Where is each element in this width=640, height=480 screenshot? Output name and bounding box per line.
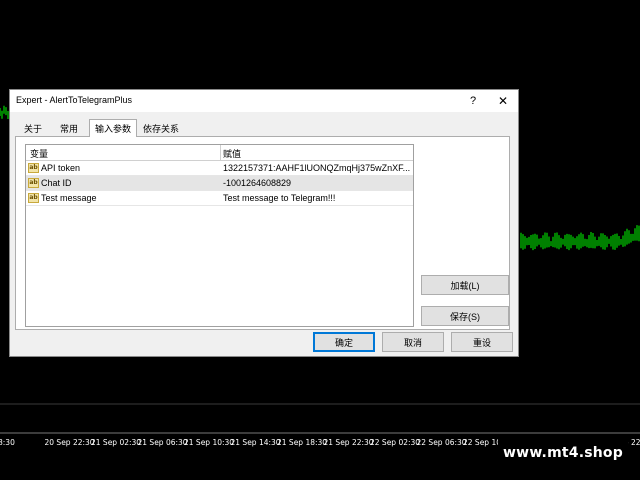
reset-button[interactable]: 重设 (451, 332, 513, 352)
table-row[interactable]: ab Test message Test message to Telegram… (26, 191, 413, 206)
param-value[interactable]: Test message to Telegram!!! (223, 193, 411, 203)
string-param-icon: ab (28, 163, 39, 173)
time-axis-label: 21 Sep 02:30 (91, 438, 142, 447)
time-axis-label: 22 Sep 06:30 (416, 438, 467, 447)
table-row[interactable]: ab API token 1322157371:AAHF1lUONQZmqHj3… (26, 161, 413, 176)
string-param-icon: ab (28, 193, 39, 203)
table-header: 变量 赋值 (26, 145, 413, 161)
expert-dialog: Expert - AlertToTelegramPlus ? ✕ 关于 常用 输… (9, 89, 519, 357)
time-axis-label: 21 Sep 06:30 (137, 438, 188, 447)
time-axis-label: 20 Sep 22:30 (44, 438, 95, 447)
cancel-button[interactable]: 取消 (382, 332, 444, 352)
time-axis-label: 8:30 (0, 438, 15, 447)
table-row[interactable]: ab Chat ID -1001264608829 (26, 176, 413, 191)
tab-common[interactable]: 常用 (53, 121, 85, 136)
save-button[interactable]: 保存(S) (421, 306, 509, 326)
param-name: Test message (41, 193, 97, 203)
dialog-title: Expert - AlertToTelegramPlus (16, 95, 133, 105)
time-axis-label: 21 Sep 18:30 (277, 438, 328, 447)
param-name: Chat ID (41, 178, 72, 188)
time-axis-label: 21 Sep 22:30 (323, 438, 374, 447)
param-name: API token (41, 163, 81, 173)
time-axis-label: 22 Sep 02:30 (370, 438, 421, 447)
header-value: 赋值 (223, 149, 242, 159)
time-axis-label: 21 Sep 10:30 (184, 438, 235, 447)
close-icon[interactable]: ✕ (492, 92, 514, 110)
watermark: www.mt4.shop (498, 438, 628, 468)
param-value[interactable]: -1001264608829 (223, 178, 411, 188)
load-button[interactable]: 加载(L) (421, 275, 509, 295)
param-value[interactable]: 1322157371:AAHF1lUONQZmqHj375wZnXF... (223, 163, 411, 173)
column-separator (220, 145, 221, 160)
help-button[interactable]: ? (462, 92, 484, 110)
string-param-icon: ab (28, 178, 39, 188)
inputs-panel: 变量 赋值 ab API token 1322157371:AAHF1lUONQ… (15, 136, 510, 330)
tab-about[interactable]: 关于 (17, 121, 49, 136)
header-variable: 变量 (30, 149, 49, 159)
tab-inputs[interactable]: 输入参数 (89, 119, 137, 137)
dialog-titlebar[interactable]: Expert - AlertToTelegramPlus ? ✕ (10, 90, 518, 112)
tab-dependencies[interactable]: 依存关系 (139, 121, 183, 136)
tab-bar: 关于 常用 输入参数 依存关系 (15, 119, 510, 137)
time-axis-label: 21 Sep 14:30 (230, 438, 281, 447)
ok-button[interactable]: 确定 (313, 332, 375, 352)
parameters-table: 变量 赋值 ab API token 1322157371:AAHF1lUONQ… (25, 144, 414, 327)
